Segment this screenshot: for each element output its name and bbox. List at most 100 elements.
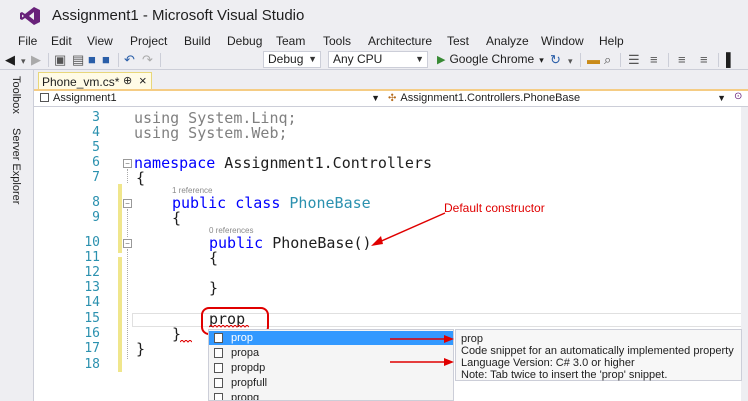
chevron-down-icon: ▾ (539, 55, 544, 65)
list-item[interactable]: propg (209, 391, 453, 400)
redo-icon[interactable]: ↷ (142, 52, 153, 67)
menu-tools[interactable]: Tools (323, 34, 351, 48)
visual-studio-logo-icon (20, 7, 40, 25)
title-bar: Assignment1 - Microsoft Visual Studio (0, 0, 748, 32)
back-icon[interactable]: ◀ (5, 52, 15, 67)
line-number: 13 (84, 280, 100, 295)
configuration-select[interactable]: Debug ▼ (263, 51, 321, 68)
menu-help[interactable]: Help (599, 34, 624, 48)
code-line-8: public class PhoneBase (172, 194, 371, 212)
list-item-label: prop (231, 332, 254, 344)
line-number: 8 (92, 195, 100, 210)
pin-icon[interactable]: ⊕ (123, 74, 132, 87)
run-target-label: Google Chrome (449, 52, 535, 66)
class-icon: ✣ (388, 93, 397, 104)
back-dropdown-icon[interactable]: ▾ (21, 54, 26, 69)
new-project-icon[interactable]: ▣ (54, 52, 66, 67)
snippet-icon (214, 348, 223, 358)
member-navigation-icon[interactable]: ⊙ (734, 91, 742, 102)
menu-edit[interactable]: Edit (51, 34, 72, 48)
tooltip-title: prop (461, 333, 484, 345)
bookmark-toggle-icon[interactable]: ▌ (726, 52, 735, 67)
line-number: 5 (92, 140, 100, 155)
comment-icon[interactable]: ≡ (678, 52, 686, 67)
list-item-label: propa (231, 347, 260, 359)
snippet-tooltip: prop Code snippet for an automatically i… (455, 329, 742, 381)
chevron-down-icon: ▼ (717, 93, 726, 103)
start-debugging-button[interactable]: ▶ Google Chrome ▾ (437, 52, 544, 66)
find-icon[interactable]: ⌕ (604, 52, 611, 67)
line-number: 9 (92, 210, 100, 225)
menu-project[interactable]: Project (130, 34, 167, 48)
play-icon: ▶ (437, 54, 446, 66)
code-line-10: public PhoneBase() (209, 234, 372, 252)
bookmark-icon[interactable]: ☰ (628, 52, 640, 67)
tooltip-description: Code snippet for an automatically implem… (461, 345, 734, 357)
side-tab-server-explorer[interactable]: Server Explorer (10, 128, 22, 204)
save-icon[interactable]: ■ (88, 52, 96, 67)
csharp-project-icon (40, 93, 49, 102)
line-number: 10 (84, 235, 100, 250)
tab-phone-vm[interactable]: Phone_vm.cs* ⊕ × (38, 72, 152, 90)
line-number: 16 (84, 326, 100, 341)
outline-guide (127, 249, 128, 359)
menu-view[interactable]: View (87, 34, 113, 48)
collapse-constructor-icon[interactable]: − (123, 239, 132, 248)
refresh-dropdown-icon[interactable]: ▾ (568, 54, 573, 69)
menu-bar: File Edit View Project Build Debug Team … (0, 32, 748, 50)
annotation-default-constructor: Default constructor (444, 201, 545, 215)
list-item[interactable]: propfull (209, 376, 453, 390)
uncomment-icon[interactable]: ≡ (700, 52, 708, 67)
side-tab-toolbox[interactable]: Toolbox (10, 76, 22, 114)
code-line-17: } (136, 340, 146, 358)
collapse-class-icon[interactable]: − (123, 199, 132, 208)
collapse-namespace-icon[interactable]: − (123, 159, 132, 168)
snippet-icon (214, 393, 223, 400)
code-line-7: { (136, 169, 146, 187)
menu-architecture[interactable]: Architecture (368, 34, 432, 48)
line-number: 4 (92, 125, 100, 140)
menu-debug[interactable]: Debug (227, 34, 262, 48)
configuration-value: Debug (268, 52, 304, 66)
menu-build[interactable]: Build (184, 34, 211, 48)
snippet-icon (214, 378, 223, 388)
project-navigation-dropdown[interactable]: Assignment1 ▼ (40, 91, 382, 106)
window-title: Assignment1 - Microsoft Visual Studio (52, 7, 305, 24)
list-item-label: propfull (231, 377, 268, 389)
line-number: 17 (84, 341, 100, 356)
vertical-scrollbar[interactable] (741, 107, 748, 401)
refresh-icon[interactable]: ↻ (550, 52, 561, 67)
menu-analyze[interactable]: Analyze (486, 34, 529, 48)
tab-label: Phone_vm.cs* (42, 75, 120, 89)
outline-guide (127, 209, 128, 237)
type-navigation-dropdown[interactable]: ✣ Assignment1.Controllers.PhoneBase ▼ (388, 91, 728, 106)
code-line-9: { (172, 209, 182, 227)
annotation-arrows (390, 335, 454, 366)
side-tool-strip: Toolbox Server Explorer (0, 70, 34, 401)
line-number: 14 (84, 295, 100, 310)
open-file-icon[interactable]: ▤ (72, 52, 84, 67)
chevron-down-icon: ▼ (415, 54, 424, 64)
menu-test[interactable]: Test (447, 34, 469, 48)
code-line-11: { (209, 249, 219, 267)
code-line-4: using System.Web; (134, 124, 288, 142)
forward-icon[interactable]: ▶ (31, 52, 41, 67)
save-all-icon[interactable]: ■ (102, 52, 110, 67)
platform-select[interactable]: Any CPU ▼ (328, 51, 428, 68)
type-name: Assignment1.Controllers.PhoneBase (400, 92, 581, 104)
menu-file[interactable]: File (18, 34, 37, 48)
snippet-icon (214, 333, 223, 343)
indent-icon[interactable]: ≡ (650, 52, 658, 67)
line-number: 3 (92, 110, 100, 125)
line-number: 7 (92, 170, 100, 185)
line-number: 15 (84, 311, 100, 326)
platform-value: Any CPU (333, 52, 383, 66)
menu-team[interactable]: Team (276, 34, 305, 48)
change-marker (118, 257, 122, 372)
close-icon[interactable]: × (139, 73, 147, 88)
line-number: 6 (92, 155, 100, 170)
code-line-6: namespace Assignment1.Controllers (134, 154, 433, 172)
undo-icon[interactable]: ↶ (124, 52, 135, 67)
menu-window[interactable]: Window (541, 34, 584, 48)
browser-link-icon[interactable]: ▬ (587, 52, 600, 67)
